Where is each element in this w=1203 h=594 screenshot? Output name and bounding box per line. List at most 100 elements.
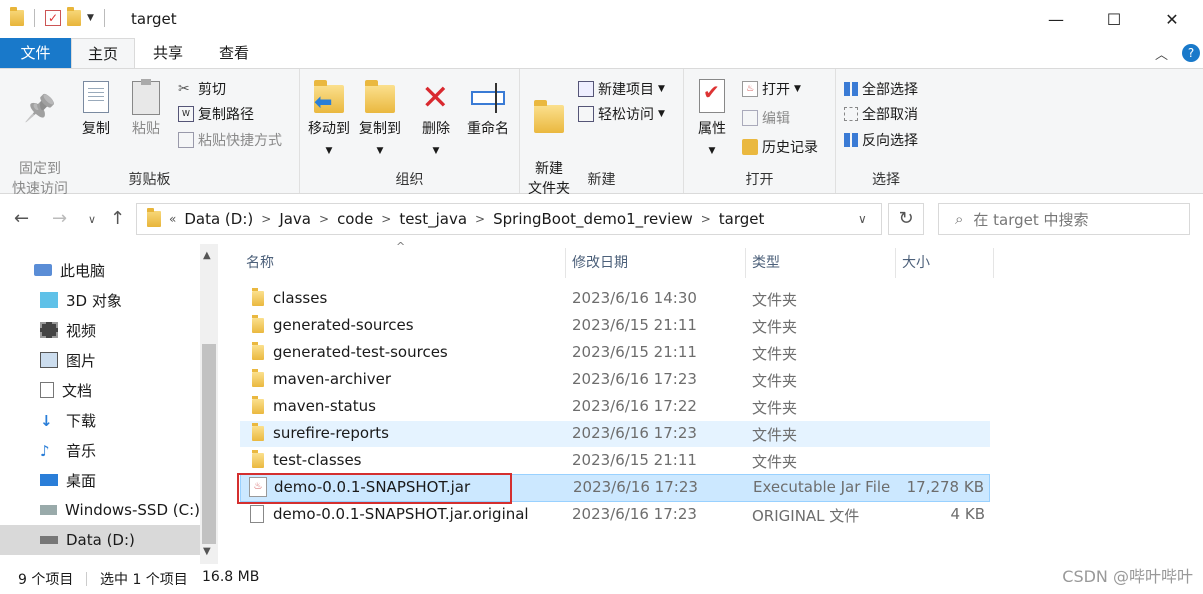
select-none-label: 全部取消 <box>862 107 918 123</box>
item-count: 9 个项目 <box>18 572 74 588</box>
search-icon: ⌕ <box>955 210 964 228</box>
folder-icon <box>147 208 161 227</box>
open-label: 打开 <box>762 82 790 98</box>
up-icon[interactable]: ↑ <box>110 208 125 229</box>
forward-icon[interactable]: → <box>52 208 67 229</box>
chevron-down-icon[interactable]: ▼ <box>87 13 94 23</box>
table-row[interactable]: maven-status 2023/6/16 17:22 文件夹 <box>240 394 990 420</box>
close-button[interactable]: ✕ <box>1143 0 1201 38</box>
copy-path-button[interactable]: W 复制路径 <box>178 102 254 126</box>
cut-button[interactable]: ✂ 剪切 <box>178 77 226 101</box>
table-row[interactable]: surefire-reports 2023/6/16 17:23 文件夹 <box>240 421 990 447</box>
history-button[interactable]: 历史记录 <box>742 135 818 159</box>
properties-icon[interactable]: ✓ <box>45 10 61 26</box>
paste-button[interactable]: 粘贴 <box>126 79 166 139</box>
select-all-button[interactable]: 全部选择 <box>844 77 918 101</box>
nav-item-downloads[interactable]: ↓ 下载 <box>0 405 200 435</box>
chevron-down-icon[interactable]: ∨ <box>88 213 96 226</box>
selection-count: 选中 1 个项目 <box>100 572 188 588</box>
selection-size: 16.8 MB <box>202 569 260 585</box>
breadcrumb-java[interactable]: Java <box>279 210 311 228</box>
delete-button[interactable]: ✕ 删除 ▼ <box>418 79 454 161</box>
nav-item-desktop[interactable]: 桌面 <box>0 465 200 495</box>
copy-path-label: 复制路径 <box>198 107 254 123</box>
nav-item-3d-objects[interactable]: 3D 对象 <box>0 285 200 315</box>
table-row[interactable]: classes 2023/6/16 14:30 文件夹 <box>240 286 990 312</box>
table-row[interactable]: generated-sources 2023/6/15 21:11 文件夹 <box>240 313 990 339</box>
file-name: test-classes <box>273 451 362 469</box>
nav-item-this-pc[interactable]: 此电脑 <box>0 255 200 285</box>
table-row[interactable]: maven-archiver 2023/6/16 17:23 文件夹 <box>240 367 990 393</box>
invert-selection-button[interactable]: 反向选择 <box>844 128 918 152</box>
breadcrumb-project[interactable]: SpringBoot_demo1_review <box>493 210 693 228</box>
address-bar[interactable]: « Data (D:) > Java > code > test_java > … <box>136 203 882 235</box>
tab-file[interactable]: 文件 <box>0 38 71 68</box>
new-folder-icon[interactable] <box>67 7 81 26</box>
table-row[interactable]: test-classes 2023/6/15 21:11 文件夹 <box>240 448 990 474</box>
breadcrumb-target[interactable]: target <box>719 210 765 228</box>
chevron-down-icon[interactable]: ∨ <box>858 212 867 226</box>
chevron-down-icon[interactable]: ▼ <box>203 546 211 557</box>
scrollbar-thumb[interactable] <box>202 344 216 544</box>
properties-button[interactable]: 属性 ▼ <box>692 79 732 161</box>
nav-item-documents[interactable]: 文档 <box>0 375 200 405</box>
file-name: generated-test-sources <box>273 343 448 361</box>
column-header-type[interactable]: 类型 <box>752 252 780 278</box>
edit-button[interactable]: 编辑 <box>742 106 790 130</box>
rename-button[interactable]: 重命名 <box>464 79 512 139</box>
tab-home[interactable]: 主页 <box>71 38 135 68</box>
copy-to-icon <box>365 80 395 113</box>
tab-view[interactable]: 查看 <box>206 38 262 68</box>
chevron-right-icon[interactable]: > <box>475 212 485 226</box>
help-icon[interactable]: ? <box>1182 44 1200 62</box>
new-item-label: 新建项目 <box>598 82 654 98</box>
nav-item-data-drive[interactable]: Data (D:) <box>0 525 200 555</box>
refresh-button[interactable]: ↻ <box>888 203 924 235</box>
move-to-button[interactable]: ⬅ 移动到 ▼ <box>306 79 352 161</box>
nav-item-music[interactable]: ♪ 音乐 <box>0 435 200 465</box>
nav-item-pictures[interactable]: 图片 <box>0 345 200 375</box>
new-group: 新建 文件夹 新建项目 ▼ 轻松访问 ▼ 新建 <box>520 69 684 197</box>
ribbon: 固定到 快速访问 复制 粘贴 ✂ 剪切 W 复制路径 粘贴快捷方式 剪贴板 ⬅ … <box>0 68 1203 197</box>
history-icon <box>742 139 758 155</box>
cursor-icon <box>495 83 497 113</box>
breadcrumb-test-java[interactable]: test_java <box>399 210 467 228</box>
chevron-up-icon[interactable]: ▲ <box>203 250 211 261</box>
paste-shortcut-button[interactable]: 粘贴快捷方式 <box>178 128 282 152</box>
back-icon[interactable]: ← <box>14 208 29 229</box>
table-row[interactable]: generated-test-sources 2023/6/15 21:11 文… <box>240 340 990 366</box>
maximize-button[interactable]: ☐ <box>1085 0 1143 38</box>
divider <box>86 572 87 586</box>
nav-item-windows-ssd[interactable]: Windows-SSD (C:) <box>0 495 200 525</box>
breadcrumb-code[interactable]: code <box>337 210 373 228</box>
chevron-right-icon[interactable]: > <box>381 212 391 226</box>
open-icon: ♨ <box>742 81 758 97</box>
column-header-modified[interactable]: 修改日期 <box>572 252 628 278</box>
chevron-down-icon: ▼ <box>658 84 665 94</box>
chevron-right-icon[interactable]: > <box>261 212 271 226</box>
search-input[interactable]: ⌕ 在 target 中搜索 <box>938 203 1190 235</box>
nav-item-videos[interactable]: 视频 <box>0 315 200 345</box>
folder-icon <box>252 315 264 333</box>
copy-to-button[interactable]: 复制到 ▼ <box>356 79 404 161</box>
new-item-button[interactable]: 新建项目 ▼ <box>578 77 665 101</box>
chevron-up-icon[interactable]: ︿ <box>1155 44 1168 63</box>
invert-selection-icon <box>844 133 858 147</box>
overflow-icon[interactable]: « <box>169 212 176 226</box>
tab-share[interactable]: 共享 <box>140 38 196 68</box>
chevron-right-icon[interactable]: > <box>701 212 711 226</box>
file-modified: 2023/6/16 14:30 <box>572 289 697 307</box>
column-header-name[interactable]: 名称 <box>246 252 274 278</box>
table-row[interactable]: demo-0.0.1-SNAPSHOT.jar.original 2023/6/… <box>240 502 990 528</box>
select-none-button[interactable]: 全部取消 <box>844 102 918 126</box>
breadcrumb-drive[interactable]: Data (D:) <box>184 210 253 228</box>
open-button[interactable]: ♨ 打开 ▼ <box>742 77 801 101</box>
copy-button[interactable]: 复制 <box>76 79 116 139</box>
minimize-button[interactable]: — <box>1027 0 1085 38</box>
chevron-right-icon[interactable]: > <box>319 212 329 226</box>
nav-pane-scrollbar[interactable]: ▲ ▼ <box>200 244 218 564</box>
column-header-size[interactable]: 大小 <box>902 252 930 278</box>
music-icon: ♪ <box>40 442 50 460</box>
file-type: 文件夹 <box>752 291 798 309</box>
easy-access-button[interactable]: 轻松访问 ▼ <box>578 102 665 126</box>
